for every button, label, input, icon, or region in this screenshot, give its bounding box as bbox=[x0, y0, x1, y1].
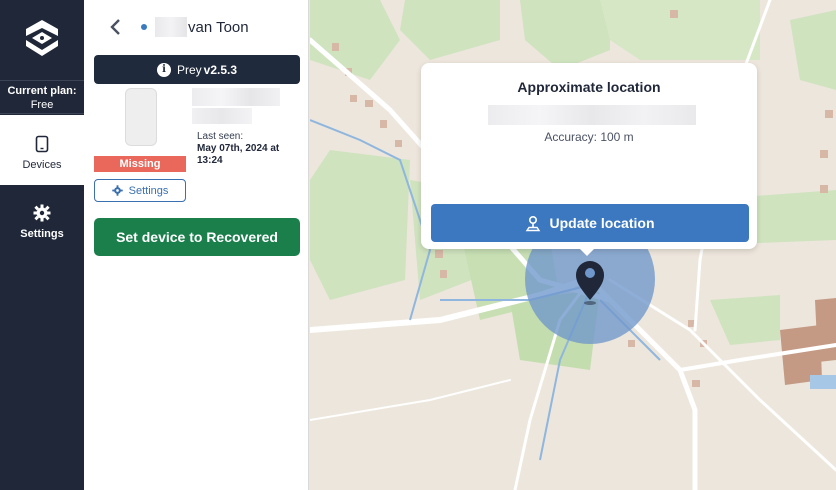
status-badge: Missing bbox=[94, 156, 186, 172]
update-location-button[interactable]: Update location bbox=[431, 204, 749, 242]
device-status-dot bbox=[141, 24, 147, 30]
nav-item-devices[interactable]: Devices bbox=[0, 115, 84, 185]
chevron-left-icon[interactable] bbox=[108, 17, 124, 37]
version-banner: i Prey v2.5.3 bbox=[94, 55, 300, 84]
info-icon: i bbox=[156, 62, 171, 77]
device-panel: van Toon i Prey v2.5.3 Last seen: May 07… bbox=[84, 0, 309, 490]
redacted-device-name bbox=[155, 17, 187, 37]
redacted-device-detail bbox=[192, 108, 252, 124]
gear-icon bbox=[33, 204, 51, 222]
last-seen-label: Last seen: bbox=[197, 131, 244, 142]
current-plan-label: Current plan: bbox=[7, 85, 77, 97]
redacted-address bbox=[488, 105, 696, 125]
device-name: van Toon bbox=[188, 19, 249, 36]
location-person-icon bbox=[526, 215, 541, 231]
location-popup: Approximate location Accuracy: 100 m Upd… bbox=[421, 63, 757, 256]
update-location-label: Update location bbox=[549, 215, 655, 231]
nav-item-devices-label: Devices bbox=[22, 159, 62, 171]
gear-icon bbox=[111, 185, 123, 196]
device-image bbox=[125, 88, 157, 146]
set-recovered-button[interactable]: Set device to Recovered bbox=[94, 218, 300, 256]
last-seen-value: May 07th, 2024 at 13:24 bbox=[197, 143, 280, 166]
prey-logo-icon[interactable] bbox=[22, 18, 62, 58]
nav-item-settings-label: Settings bbox=[20, 228, 64, 240]
redacted-device-model bbox=[192, 88, 280, 106]
version-number: v2.5.3 bbox=[203, 62, 238, 77]
popup-title: Approximate location bbox=[517, 79, 661, 95]
device-settings-label: Settings bbox=[128, 184, 169, 197]
version-prefix: Prey bbox=[176, 62, 202, 77]
last-seen: Last seen: May 07th, 2024 at 13:24 bbox=[197, 131, 297, 167]
current-plan-value: Free bbox=[30, 99, 54, 111]
nav-item-settings[interactable]: Settings bbox=[0, 196, 84, 256]
tablet-icon bbox=[35, 135, 49, 153]
current-plan: Current plan: Free bbox=[0, 80, 84, 114]
device-settings-button[interactable]: Settings bbox=[94, 179, 186, 202]
accuracy-text: Accuracy: 100 m bbox=[544, 130, 634, 144]
